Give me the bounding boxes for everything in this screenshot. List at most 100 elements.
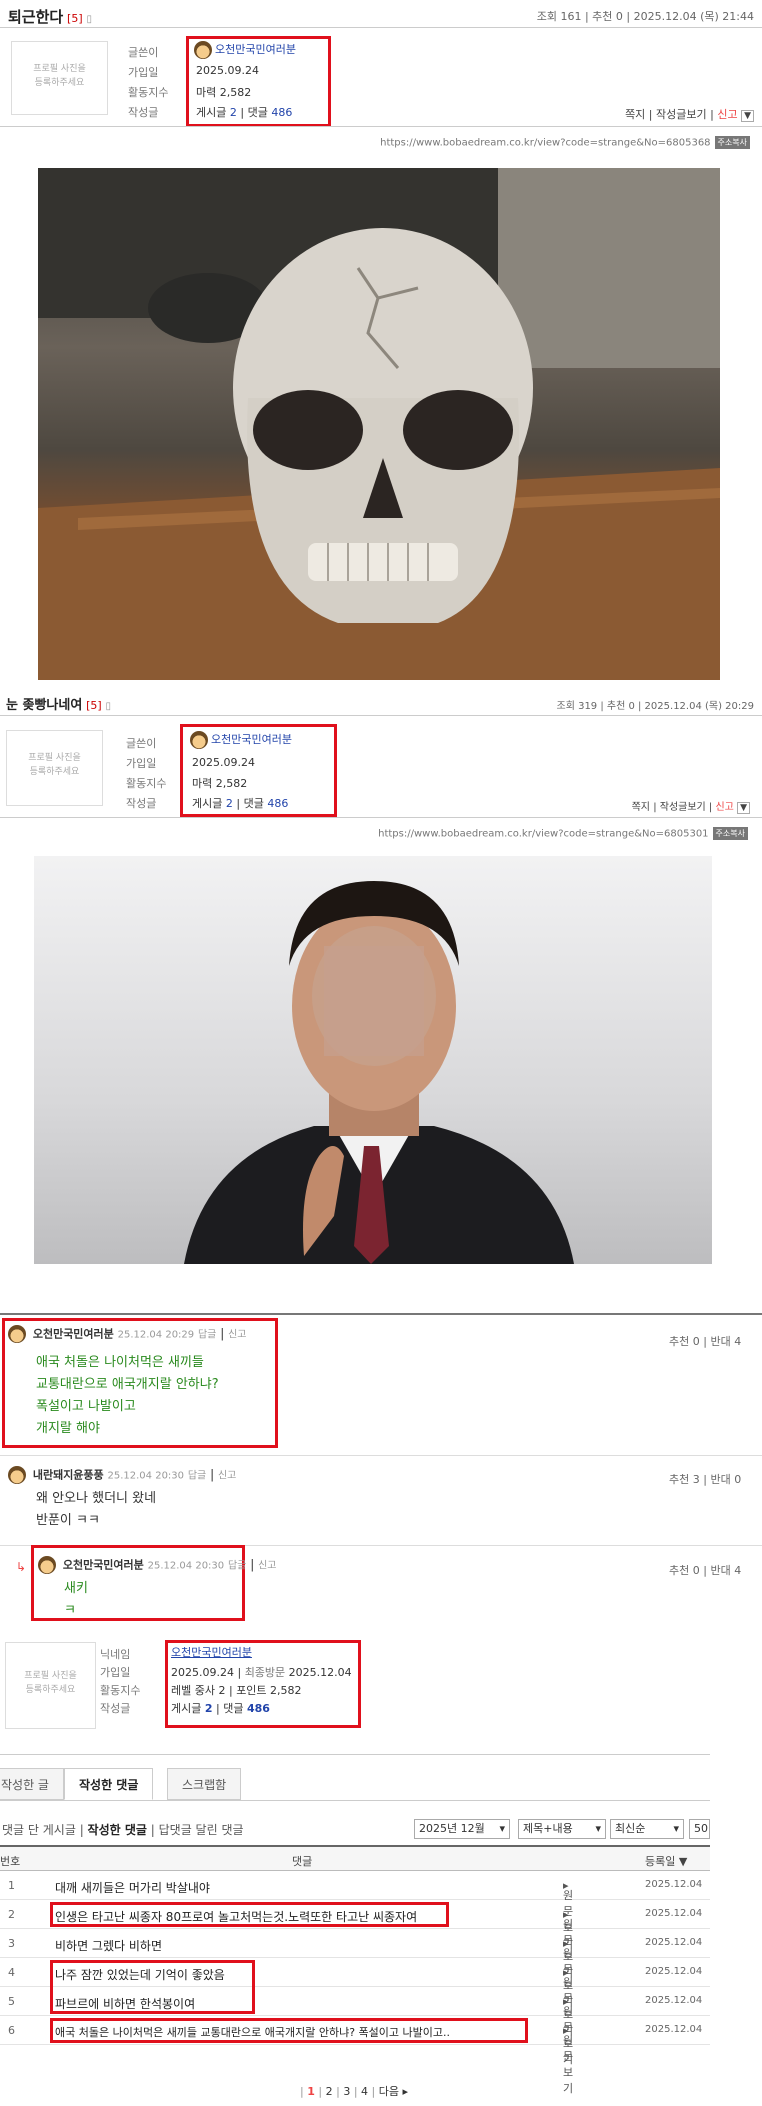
tab-scraps[interactable]: 스크랩함 [167, 1768, 242, 1800]
posts-count-link[interactable]: 2 [230, 106, 237, 119]
message-link[interactable]: 쪽지 [632, 802, 650, 813]
highlight-box [50, 1902, 449, 1927]
next-page-link[interactable]: 다음 ▸ [379, 2085, 408, 2098]
profile-photo-placeholder: 프로필 사진을 등록하주세요 [5, 1642, 96, 1729]
label-author: 글쓴이 [126, 737, 157, 750]
avatar-icon [190, 731, 208, 749]
view-original-link[interactable]: 원문보기 ▸ [563, 1966, 573, 2037]
label-nickname: 닉네임 [100, 1648, 131, 1661]
label-posts: 작성글 [128, 106, 159, 119]
oppose-count[interactable]: 반대 4 [710, 1335, 741, 1348]
sort-select[interactable]: 최신순 ▾ [610, 1819, 684, 1839]
highlight-box [50, 2018, 528, 2043]
comment-votes: 추천 0 | 반대 4 [669, 1564, 742, 1577]
post1-image [38, 168, 720, 680]
post1-title-row: 퇴근한다 [5] ▯ [8, 6, 92, 27]
view-posts-link[interactable]: 작성글보기 [656, 108, 707, 121]
view-original-link[interactable]: 원문보기 ▸ [563, 1908, 573, 1979]
man-photo [184, 881, 574, 1264]
avatar-icon [38, 1556, 56, 1574]
label-author: 글쓴이 [128, 46, 159, 59]
activity-value: 마력 2,582 [196, 86, 252, 99]
copy-url-button[interactable]: 주소복사 [712, 827, 748, 840]
recommend-count[interactable]: 추천 3 [669, 1473, 700, 1486]
divider [0, 817, 762, 818]
view-original-link[interactable]: 원문보기 ▸ [563, 1995, 573, 2066]
report-link[interactable]: 신고 [218, 1471, 236, 1482]
view-original-link[interactable]: 원문보기 ▸ [563, 1879, 573, 1950]
divider [0, 27, 762, 28]
comment-author[interactable]: 오천만국민여러분 [33, 1328, 114, 1341]
comment-author[interactable]: 내란돼지윤풍풍 [33, 1469, 104, 1482]
page-2[interactable]: 2 [326, 2085, 333, 2098]
message-link[interactable]: 쪽지 [625, 108, 645, 121]
report-link[interactable]: 신고 [717, 108, 737, 121]
post2-title[interactable]: 눈 좆빵나네여 [6, 698, 82, 713]
view-original-link[interactable]: 원문보기 ▸ [563, 2024, 573, 2095]
activity-value: 마력 2,582 [192, 777, 248, 790]
author-nickname[interactable]: 오천만국민여러분 [194, 41, 296, 59]
chevron-down-icon: ▾ [499, 1822, 505, 1835]
posts-count-link[interactable]: 2 [205, 1702, 213, 1715]
chevron-down-icon: ▾ [673, 1822, 679, 1835]
post2-url: https://www.bobaedream.co.kr/view?code=s… [378, 827, 748, 840]
report-link[interactable]: 신고 [228, 1330, 246, 1341]
post1-title[interactable]: 퇴근한다 [8, 8, 63, 26]
oppose-count[interactable]: 반대 4 [710, 1564, 741, 1577]
field-select[interactable]: 제목+내용 ▾ [518, 1819, 606, 1839]
oppose-count[interactable]: 반대 0 [710, 1473, 741, 1486]
mobile-icon: ▯ [86, 14, 92, 25]
post1-url: https://www.bobaedream.co.kr/view?code=s… [380, 136, 750, 149]
recommend-count[interactable]: 추천 0 [669, 1335, 700, 1348]
page-3[interactable]: 3 [343, 2085, 350, 2098]
tab-written-posts[interactable]: 작성한 글 [0, 1768, 64, 1800]
dropdown-icon[interactable]: ▼ [741, 110, 754, 122]
post2-meta: 조회 319 | 추천 0 | 2025.12.04 (목) 20:29 [556, 701, 755, 712]
divider [0, 126, 762, 127]
subtab-my-comments[interactable]: 작성한 댓글 [88, 1823, 147, 1837]
tab-written-comments[interactable]: 작성한 댓글 [64, 1768, 154, 1800]
reply-link[interactable]: 답글 [198, 1330, 216, 1341]
view-posts-link[interactable]: 작성글보기 [660, 802, 706, 813]
reply-link[interactable]: 답글 [188, 1471, 206, 1482]
view-original-link[interactable]: 원문보기 ▸ [563, 1937, 573, 2008]
post-counts: 게시글 2 | 댓글 486 [192, 797, 289, 810]
report-link[interactable]: 신고 [258, 1561, 276, 1572]
comment-date: 25.12.04 20:30 [107, 1470, 185, 1482]
reply-link[interactable]: 답글 [228, 1561, 246, 1572]
subtab-replied-comments[interactable]: 답댓글 달린 댓글 [159, 1823, 244, 1837]
table-row[interactable]: 3 비하면 그렜다 비하면 원문보기 ▸ 2025.12.04 [0, 1929, 710, 2008]
table-row[interactable]: 1 대깨 새끼들은 머가리 박살내야 원문보기 ▸ 2025.12.04 [0, 1871, 710, 1950]
count-select[interactable]: 50 [689, 1819, 710, 1839]
post-counts: 게시글 2 | 댓글 486 [196, 106, 293, 119]
comments-count-link[interactable]: 486 [247, 1702, 270, 1715]
mobile-icon: ▯ [105, 701, 112, 712]
page-1[interactable]: 1 [307, 2085, 315, 2098]
label-joindate: 가입일 [128, 66, 159, 79]
page-4[interactable]: 4 [361, 2085, 368, 2098]
table-header: 번호 댓글 등록일 ▼ [0, 1845, 710, 1871]
post2-actions: 쪽지 | 작성글보기 | 신고 ▼ [632, 798, 750, 814]
author-nickname[interactable]: 오천만국민여러분 [190, 731, 292, 749]
post1-meta: 조회 161 | 추천 0 | 2025.12.04 (목) 21:44 [536, 10, 754, 23]
profile2-level: 레벨 중사 2 | 포인트 2,582 [171, 1684, 302, 1697]
comment-author[interactable]: 오천만국민여러분 [63, 1559, 144, 1572]
comments-count-link[interactable]: 486 [267, 797, 288, 810]
recommend-count[interactable]: 추천 0 [669, 1564, 700, 1577]
month-select[interactable]: 2025년 12월 ▾ [414, 1819, 510, 1839]
profile2-nickname[interactable]: 오천만국민여러분 [171, 1644, 252, 1660]
label-joindate: 가입일 [126, 757, 157, 770]
report-link[interactable]: 신고 [715, 802, 733, 813]
profile-photo-placeholder: 프로필 사진을 등록하주세요 [11, 41, 108, 115]
comments-count-link[interactable]: 486 [271, 106, 292, 119]
label-activity: 활동지수 [126, 777, 167, 790]
dropdown-icon[interactable]: ▼ [737, 802, 750, 814]
comment-2-body: 왜 안오나 했더니 왔네 반푼이 ㅋㅋ [36, 1491, 157, 1528]
pagination: | 1 | 2 | 3 | 4 | 다음 ▸ [300, 2085, 409, 2098]
copy-url-button[interactable]: 주소복사 [714, 136, 750, 149]
avatar-icon [8, 1466, 26, 1484]
posts-count-link[interactable]: 2 [226, 797, 233, 810]
subtab-commented-posts[interactable]: 댓글 단 게시글 [2, 1823, 76, 1837]
header-date[interactable]: 등록일 ▼ [645, 1853, 687, 1869]
header-comment: 댓글 [292, 1855, 313, 1868]
